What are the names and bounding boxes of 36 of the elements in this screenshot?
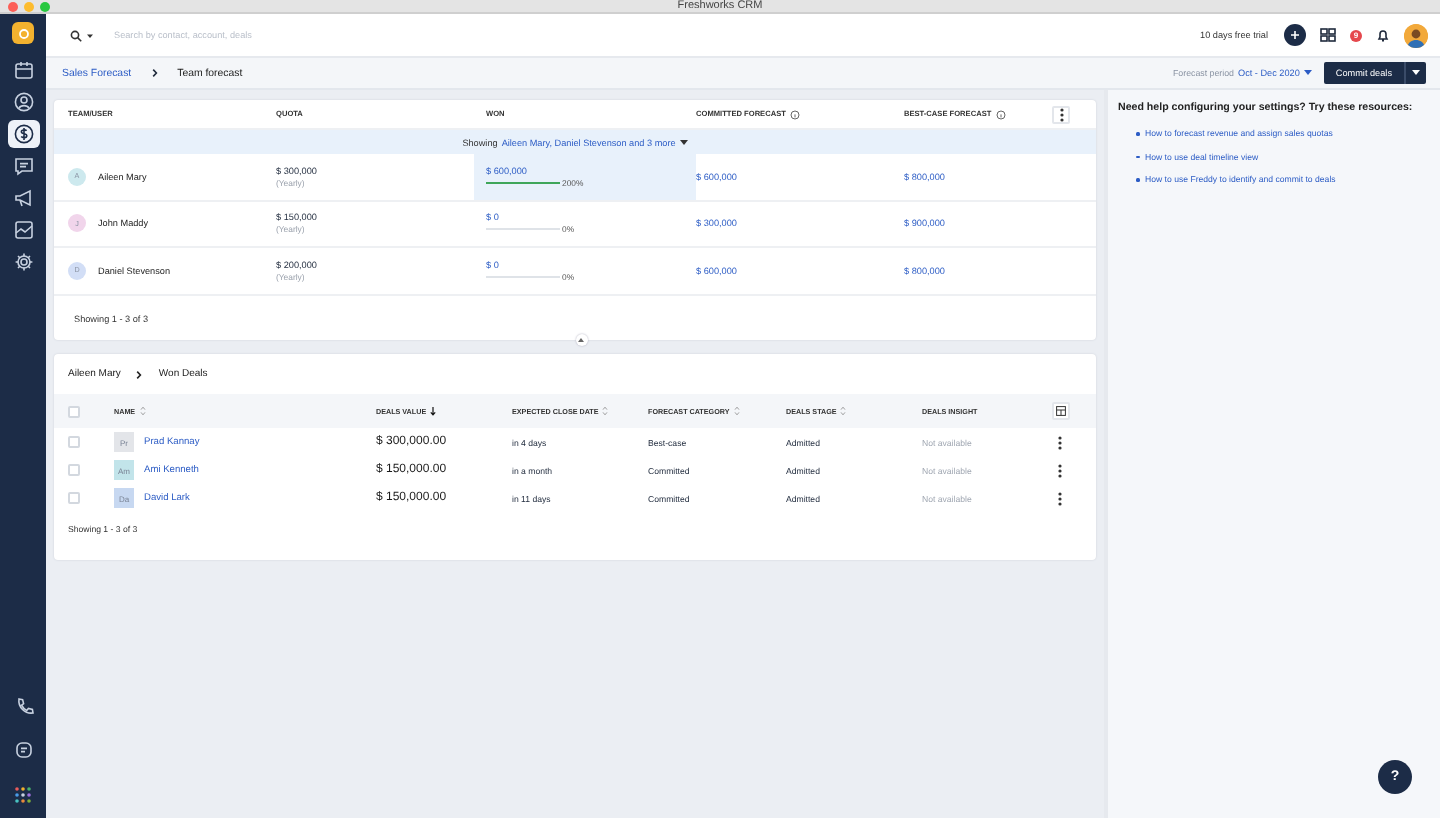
chat-icon: [11, 154, 35, 178]
minimize-dot[interactable]: [24, 1, 34, 11]
dollar-icon: [11, 122, 35, 146]
person-icon: [11, 90, 35, 114]
chat-icon[interactable]: [13, 740, 33, 760]
settings-icon: [11, 250, 35, 274]
calendar-icon: [11, 58, 35, 82]
sidebar-item[interactable]: [7, 120, 39, 148]
zoom-dot[interactable]: [40, 1, 50, 11]
more-button[interactable]: [1052, 105, 1070, 123]
caret-icon[interactable]: [86, 31, 94, 39]
phone-icon[interactable]: [13, 696, 33, 716]
search-icon[interactable]: [70, 29, 82, 41]
app-logo[interactable]: [12, 22, 34, 44]
checkbox[interactable]: [68, 492, 80, 504]
bell-icon[interactable]: [1376, 28, 1390, 42]
grid-icon[interactable]: [1320, 28, 1336, 42]
megaphone-icon: [11, 186, 35, 210]
collapse-toggle[interactable]: [575, 334, 587, 346]
chevron-icon: [151, 68, 158, 78]
checkbox[interactable]: [68, 405, 80, 417]
reports-icon: [11, 218, 35, 242]
columns-icon: [1056, 406, 1066, 416]
column-settings-button[interactable]: [1052, 402, 1070, 420]
caret-icon: [1303, 70, 1312, 76]
checkbox[interactable]: [68, 464, 80, 476]
checkbox[interactable]: [68, 436, 80, 448]
plus-icon: [1290, 30, 1300, 40]
chevron-icon: [136, 369, 143, 379]
caret-icon: [679, 139, 688, 145]
apps-grid-icon[interactable]: [14, 786, 32, 804]
caret-icon: [1412, 70, 1420, 76]
user-avatar[interactable]: [1404, 23, 1428, 47]
commit-menu-button[interactable]: [1404, 62, 1426, 84]
add-button[interactable]: [1284, 24, 1306, 46]
close-dot[interactable]: [8, 1, 18, 11]
